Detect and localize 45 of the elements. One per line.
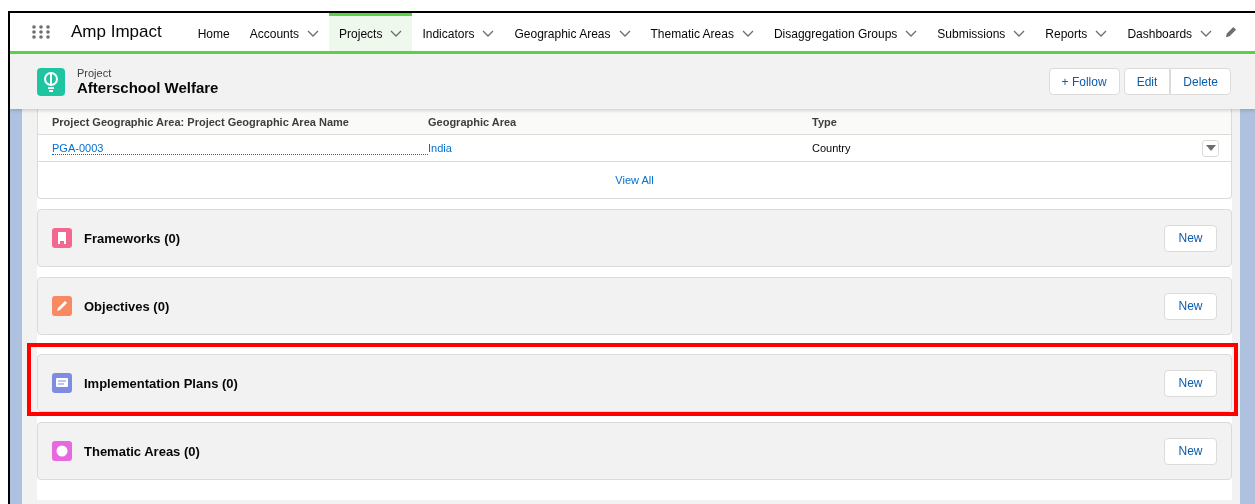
chevron-down-icon[interactable] [741,29,754,38]
chevron-down-icon[interactable] [618,29,631,38]
table-cell-text: Country [812,142,852,154]
chevron-down-icon[interactable] [390,29,403,38]
new-button[interactable]: New [1164,292,1217,320]
lightbulb-icon [37,67,65,96]
section-title: Objectives (0) [84,298,170,314]
pencil-icon[interactable] [1224,25,1238,39]
follow-button[interactable]: + Follow [1048,68,1120,95]
nav-tab[interactable]: Accounts [239,13,330,51]
column-header: Geographic Area [428,115,518,128]
nav-tab[interactable]: Thematic Areas [640,13,764,51]
chevron-down-icon[interactable] [905,29,918,38]
view-all-link[interactable]: View All [615,174,654,186]
nav-tab[interactable]: Disaggregation Groups [763,13,928,51]
chevron-down-icon[interactable] [482,29,495,38]
record-title: Afterschool Welfare [77,79,219,96]
new-button[interactable]: New [1164,437,1217,465]
nav-tab[interactable]: Geographic Areas [504,13,641,51]
action-button[interactable]: Delete [1170,68,1231,95]
action-button[interactable]: Edit [1123,68,1171,95]
nav-tab[interactable]: Submissions [927,13,1036,51]
nav-tab[interactable]: Home [187,13,240,51]
row-menu-button[interactable] [1202,139,1219,157]
nav-tab[interactable]: Dashboards [1117,13,1223,51]
record-type: Project [77,67,113,79]
geographic-area-link[interactable]: India [428,142,812,154]
nav-tab[interactable]: Projects [329,13,413,51]
caret-icon [1205,145,1216,151]
nav-tab[interactable]: Indicators [412,13,505,51]
section-title: Thematic Areas (0) [84,443,200,459]
new-button[interactable]: New [1164,369,1217,397]
column-header: Type [812,115,838,128]
nav-tab[interactable]: Reports [1035,13,1118,51]
column-header: Project Geographic Area: Project Geographic Area Name [52,115,350,128]
new-button[interactable]: New [1164,224,1217,252]
section-title: Implementation Plans (0) [84,375,238,391]
chevron-down-icon[interactable] [1095,29,1108,38]
record-link[interactable]: PGA-0003 [52,141,428,155]
section-title: Frameworks (0) [84,230,181,246]
chevron-down-icon[interactable] [307,29,320,38]
app-name: Amp Impact [71,22,162,42]
chevron-down-icon[interactable] [1200,29,1213,38]
app-launcher-icon[interactable] [32,25,50,39]
chevron-down-icon[interactable] [1013,29,1026,38]
